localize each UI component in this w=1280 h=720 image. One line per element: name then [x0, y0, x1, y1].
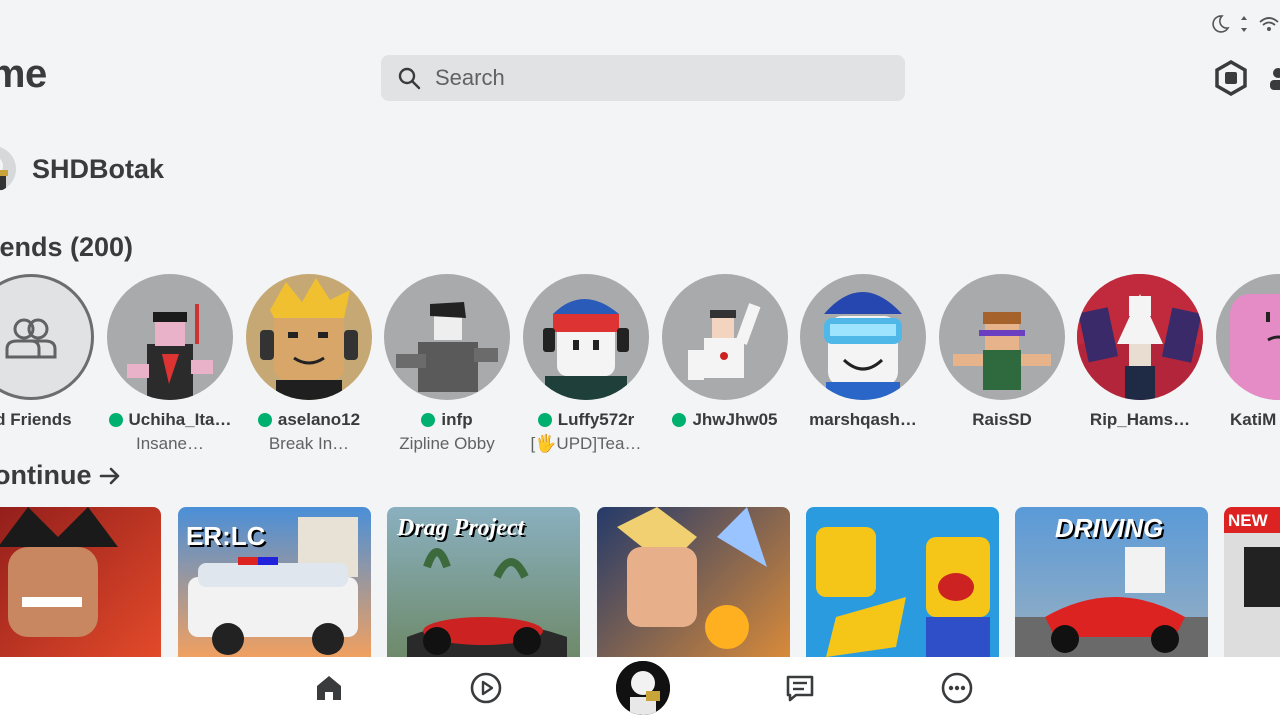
friend-card[interactable]: Uchiha_Ita… Insane… — [107, 274, 233, 454]
search-bar[interactable] — [381, 55, 905, 101]
game-tile[interactable]: ER:LC — [178, 507, 371, 657]
chat-icon — [786, 675, 814, 702]
game-tile[interactable]: DRIVING — [1015, 507, 1208, 657]
friend-name: Uchiha_Ita… — [107, 410, 233, 430]
wifi-icon — [1259, 17, 1279, 31]
game-title: ER:LC — [186, 521, 266, 551]
friend-card[interactable]: JhwJhw05 — [662, 274, 788, 434]
friend-card[interactable]: aselano12 Break In… — [246, 274, 372, 454]
friend-name-text: JhwJhw05 — [692, 410, 778, 429]
friend-status: Insane… — [135, 434, 205, 453]
moon-icon — [1212, 15, 1230, 33]
friend-card[interactable]: Luffy572r [🖐UPD]Tea… — [523, 274, 649, 454]
home-icon — [317, 676, 341, 700]
friend-name: aselano12 — [246, 410, 372, 430]
add-friends-button[interactable]: ld Friends — [0, 274, 94, 430]
search-input[interactable] — [435, 65, 855, 91]
friend-name-text: Rip_Hams… — [1089, 410, 1191, 429]
nav-discover[interactable] — [469, 671, 503, 705]
friend-name-text: Luffy572r — [557, 410, 635, 429]
profile-icon[interactable] — [1268, 64, 1280, 92]
play-icon — [470, 672, 502, 704]
add-friends-circle[interactable] — [0, 274, 94, 400]
friends-carousel: ld Friends Uchiha_Ita… Insane… aselano12… — [0, 274, 1280, 459]
add-friends-text: ld Friends — [0, 410, 72, 429]
continue-title[interactable]: ontinue — [0, 460, 121, 491]
friends-icon — [5, 318, 57, 359]
username[interactable]: SHDBotak — [32, 154, 164, 185]
online-indicator — [672, 413, 687, 427]
friend-name-text: KatiM — [1230, 410, 1277, 429]
friend-avatar[interactable] — [662, 274, 788, 400]
friend-avatar[interactable] — [523, 274, 649, 400]
friend-card[interactable]: RaisSD — [939, 274, 1065, 430]
add-friends-label: ld Friends — [0, 410, 94, 430]
friend-avatar[interactable] — [1216, 274, 1280, 400]
friend-name-text: aselano12 — [277, 410, 361, 429]
friend-avatar[interactable] — [384, 274, 510, 400]
avatar — [616, 661, 670, 715]
new-badge: NEW — [1228, 511, 1268, 530]
friend-name-text: Uchiha_Ita… — [128, 410, 232, 429]
game-tile[interactable]: NEW — [1224, 507, 1280, 657]
user-avatar[interactable] — [0, 146, 16, 192]
friend-name: RaisSD — [939, 410, 1065, 430]
friend-name-text: RaisSD — [972, 410, 1032, 429]
home-screen: ome SHDBotak iends (200) ld Friends — [0, 0, 1280, 720]
friend-status: Break In… — [268, 434, 350, 453]
continue-title-text: ontinue — [0, 460, 92, 490]
friend-avatar[interactable] — [246, 274, 372, 400]
friend-name: Luffy572r — [523, 410, 649, 430]
friend-card[interactable]: infp Zipline Obby — [384, 274, 510, 454]
friend-card[interactable]: KatiM — [1216, 274, 1280, 430]
nav-more[interactable] — [940, 671, 974, 705]
friends-title[interactable]: iends (200) — [0, 232, 133, 263]
online-indicator — [421, 413, 436, 427]
status-bar — [1210, 14, 1280, 34]
more-icon — [941, 672, 973, 704]
continue-carousel: ER:LC Drag Project DRIVING NEW — [0, 507, 1280, 657]
friend-avatar[interactable] — [1077, 274, 1203, 400]
friend-avatar[interactable] — [939, 274, 1065, 400]
friend-card[interactable]: marshqash… — [800, 274, 926, 430]
game-tile[interactable] — [597, 507, 790, 657]
friend-card[interactable]: Rip_Hams… — [1077, 274, 1203, 430]
game-tile[interactable] — [0, 507, 161, 657]
nav-home[interactable] — [312, 671, 346, 705]
friend-status: [🖐UPD]Tea… — [530, 434, 642, 453]
friend-name: KatiM — [1216, 410, 1280, 430]
online-indicator — [537, 413, 552, 427]
online-indicator — [108, 413, 123, 427]
bottom-nav — [0, 657, 1280, 720]
data-arrows-icon — [1241, 16, 1247, 32]
friend-name: Rip_Hams… — [1077, 410, 1203, 430]
arrow-right-icon — [100, 467, 120, 484]
page-title: ome — [0, 52, 47, 96]
nav-avatar[interactable] — [616, 661, 670, 715]
search-icon — [398, 67, 421, 90]
game-title: Drag Project — [397, 515, 525, 541]
game-tile[interactable] — [806, 507, 999, 657]
robux-icon[interactable] — [1213, 60, 1249, 96]
nav-chat[interactable] — [783, 671, 817, 705]
friend-name: JhwJhw05 — [662, 410, 788, 430]
friend-status: Zipline Obby — [399, 434, 495, 453]
game-title: DRIVING — [1055, 513, 1164, 543]
friend-avatar[interactable] — [107, 274, 233, 400]
friend-name: infp — [384, 410, 510, 430]
friend-name-text: marshqash… — [809, 410, 917, 429]
friend-name-text: infp — [441, 410, 473, 429]
friend-name: marshqash… — [800, 410, 926, 430]
online-indicator — [257, 413, 272, 427]
friend-avatar[interactable] — [800, 274, 926, 400]
game-tile[interactable]: Drag Project — [387, 507, 580, 657]
